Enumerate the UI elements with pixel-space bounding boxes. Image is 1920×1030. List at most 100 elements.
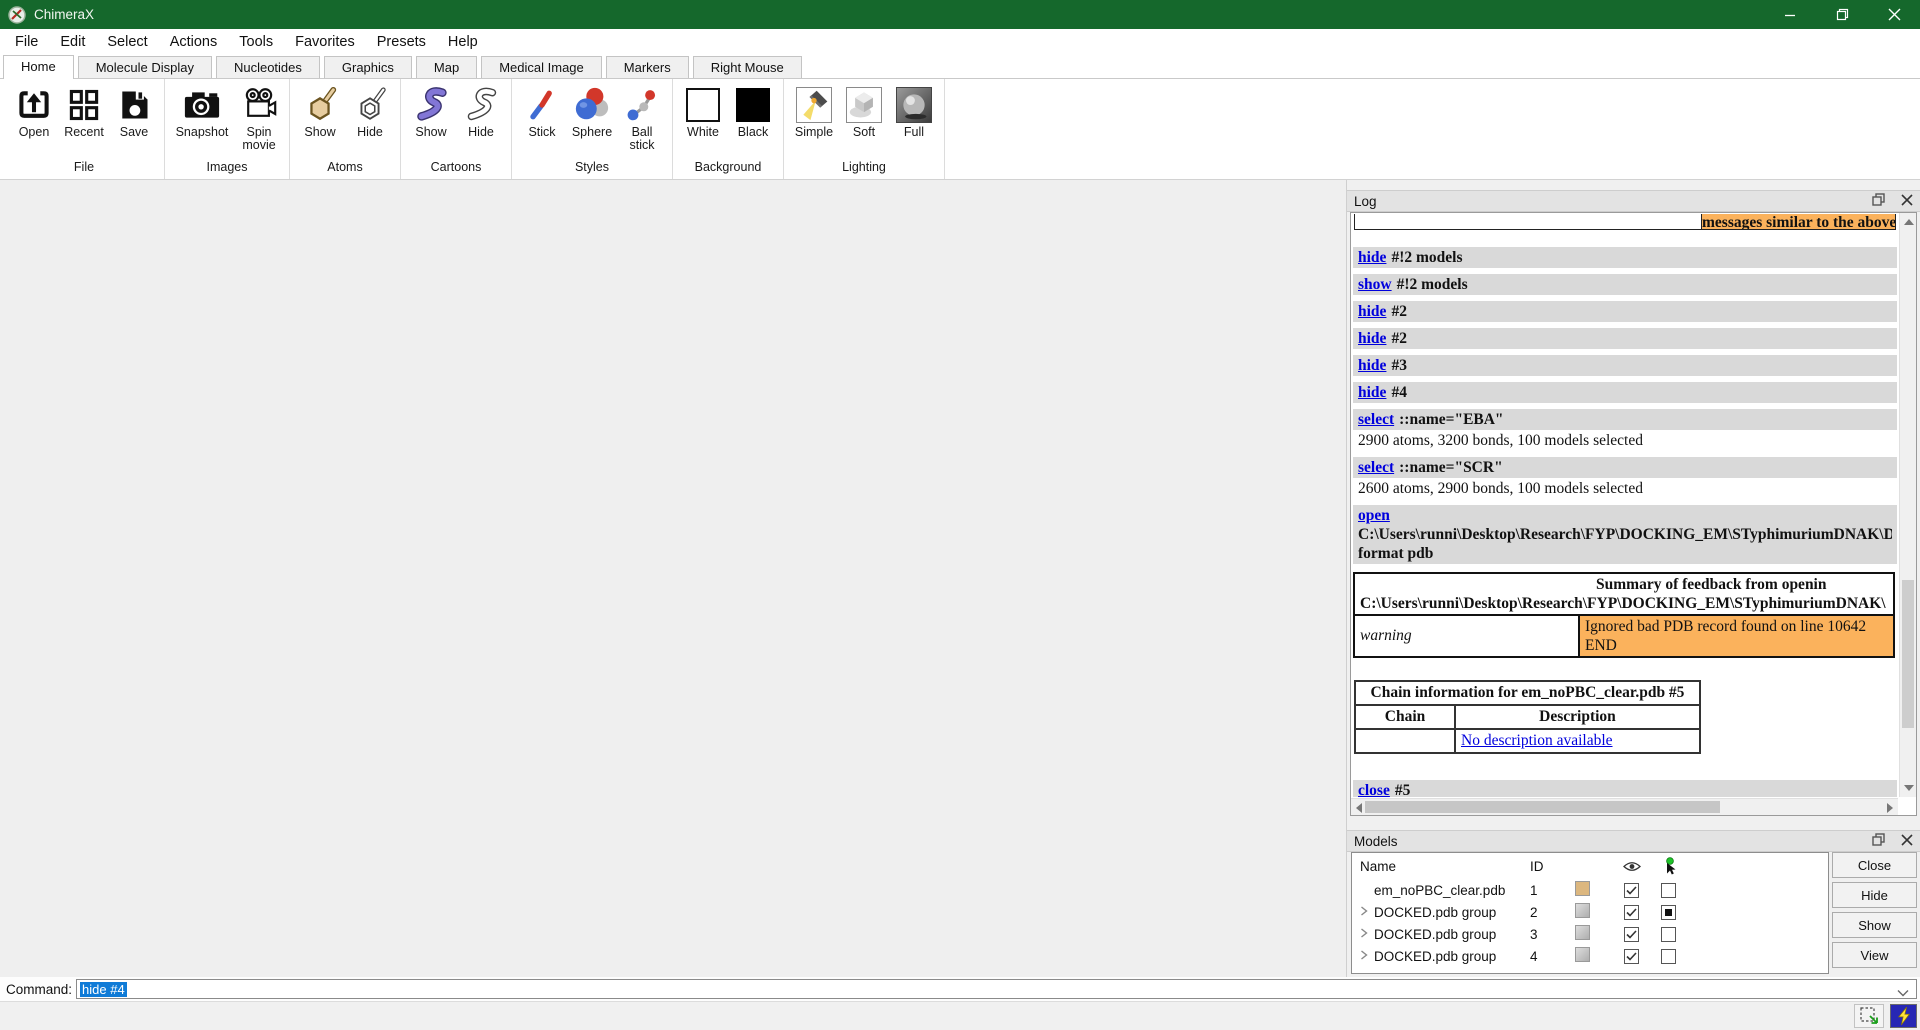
log-command-link[interactable]: hide xyxy=(1358,330,1386,347)
command-input[interactable]: hide #4 xyxy=(76,979,1917,999)
log-open-command-row: open C:\Users\runni\Desktop\Research\FYP… xyxy=(1353,505,1897,564)
models-close-button[interactable]: Close xyxy=(1832,852,1917,878)
log-vertical-scrollbar[interactable] xyxy=(1899,213,1916,797)
log-command-link[interactable]: hide xyxy=(1358,357,1386,374)
menu-file[interactable]: File xyxy=(4,31,49,53)
warning-level-cell: warning xyxy=(1354,615,1579,657)
scroll-down-arrow-icon[interactable] xyxy=(1904,785,1914,791)
shown-checkbox[interactable] xyxy=(1624,905,1639,920)
log-command-link[interactable]: hide xyxy=(1358,249,1386,266)
sphere-style-button[interactable]: Sphere xyxy=(568,84,616,139)
tab-nucleotides[interactable]: Nucleotides xyxy=(216,56,320,78)
shown-checkbox[interactable] xyxy=(1624,949,1639,964)
background-black-button[interactable]: Black xyxy=(729,84,777,139)
model-row[interactable]: DOCKED.pdb group 3 xyxy=(1352,923,1828,945)
spin-movie-button[interactable]: Spin movie xyxy=(235,84,283,152)
atoms-hide-button[interactable]: Hide xyxy=(346,84,394,139)
shown-checkbox[interactable] xyxy=(1624,927,1639,942)
close-window-button[interactable] xyxy=(1868,0,1920,29)
tab-home[interactable]: Home xyxy=(3,55,74,79)
tab-markers[interactable]: Markers xyxy=(606,56,689,78)
log-open-suffix: format pdb xyxy=(1358,544,1892,563)
shown-checkbox[interactable] xyxy=(1624,883,1639,898)
scroll-up-arrow-icon[interactable] xyxy=(1904,219,1914,225)
open-button[interactable]: Open xyxy=(10,84,58,139)
column-header-name[interactable]: Name xyxy=(1352,859,1530,874)
no-description-link[interactable]: No description available xyxy=(1461,732,1613,749)
toolbar-group-images: Snapshot Spin movie Images xyxy=(165,79,290,179)
tab-map[interactable]: Map xyxy=(416,56,477,78)
models-show-button[interactable]: Show xyxy=(1832,912,1917,938)
models-hide-button[interactable]: Hide xyxy=(1832,882,1917,908)
log-horizontal-scrollbar[interactable] xyxy=(1351,798,1898,815)
log-command-link[interactable]: hide xyxy=(1358,303,1386,320)
minimize-button[interactable] xyxy=(1764,0,1816,29)
tab-molecule-display[interactable]: Molecule Display xyxy=(78,56,212,78)
scroll-right-arrow-icon[interactable] xyxy=(1887,803,1893,813)
ball-stick-icon xyxy=(624,84,660,126)
model-name[interactable]: DOCKED.pdb group xyxy=(1374,949,1496,964)
chevron-down-icon[interactable] xyxy=(1897,985,1909,1000)
restore-button[interactable] xyxy=(1816,0,1868,29)
cartoons-show-button[interactable]: Show xyxy=(407,84,455,139)
snapshot-button[interactable]: Snapshot xyxy=(171,84,233,139)
expand-chevron-icon[interactable] xyxy=(1360,905,1374,919)
model-color-swatch[interactable] xyxy=(1575,925,1590,940)
lighting-simple-button[interactable]: Simple xyxy=(790,84,838,139)
log-vscroll-thumb[interactable] xyxy=(1902,580,1914,728)
lighting-soft-button[interactable]: Soft xyxy=(840,84,888,139)
menu-edit[interactable]: Edit xyxy=(49,31,96,53)
selected-checkbox[interactable] xyxy=(1661,883,1676,898)
models-close-icon[interactable] xyxy=(1901,834,1913,849)
model-row[interactable]: em_noPBC_clear.pdb 1 xyxy=(1352,879,1828,901)
selected-checkbox-partial[interactable] xyxy=(1661,905,1676,920)
expand-chevron-icon[interactable] xyxy=(1360,927,1374,941)
log-command-link[interactable]: hide xyxy=(1358,384,1386,401)
selected-checkbox[interactable] xyxy=(1661,927,1676,942)
models-float-icon[interactable] xyxy=(1872,833,1885,849)
log-command-link[interactable]: show xyxy=(1358,276,1392,293)
menu-presets[interactable]: Presets xyxy=(366,31,437,53)
model-name[interactable]: DOCKED.pdb group xyxy=(1374,905,1496,920)
log-command-row: hide#3 xyxy=(1353,355,1897,376)
ball-stick-style-button[interactable]: Ball stick xyxy=(618,84,666,152)
log-command-link[interactable]: select xyxy=(1358,411,1394,428)
model-name[interactable]: em_noPBC_clear.pdb xyxy=(1374,883,1505,898)
log-close-icon[interactable] xyxy=(1901,194,1913,209)
tab-medical-image[interactable]: Medical Image xyxy=(481,56,602,78)
lighting-full-button[interactable]: Full xyxy=(890,84,938,139)
atoms-show-button[interactable]: Show xyxy=(296,84,344,139)
model-row[interactable]: DOCKED.pdb group 4 xyxy=(1352,945,1828,967)
log-float-icon[interactable] xyxy=(1872,193,1885,209)
menu-help[interactable]: Help xyxy=(437,31,489,53)
cartoons-hide-button[interactable]: Hide xyxy=(457,84,505,139)
expand-chevron-icon[interactable] xyxy=(1360,949,1374,963)
log-command-link[interactable]: open xyxy=(1358,507,1390,524)
log-command-row: hide#4 xyxy=(1353,382,1897,403)
tab-right-mouse[interactable]: Right Mouse xyxy=(693,56,802,78)
fast-mode-lightning-icon[interactable] xyxy=(1890,1004,1917,1028)
tab-graphics[interactable]: Graphics xyxy=(324,56,412,78)
selected-checkbox[interactable] xyxy=(1661,949,1676,964)
column-header-id[interactable]: ID xyxy=(1530,859,1575,874)
log-hscroll-thumb[interactable] xyxy=(1365,801,1720,813)
background-white-button[interactable]: White xyxy=(679,84,727,139)
model-color-swatch[interactable] xyxy=(1575,881,1590,896)
stick-style-button[interactable]: Stick xyxy=(518,84,566,139)
log-command-link[interactable]: close xyxy=(1358,782,1390,797)
model-name[interactable]: DOCKED.pdb group xyxy=(1374,927,1496,942)
menu-select[interactable]: Select xyxy=(96,31,158,53)
menu-tools[interactable]: Tools xyxy=(228,31,284,53)
recent-button[interactable]: Recent xyxy=(60,84,108,139)
menu-actions[interactable]: Actions xyxy=(159,31,229,53)
model-row[interactable]: DOCKED.pdb group 2 xyxy=(1352,901,1828,923)
graphics-canvas[interactable] xyxy=(0,180,1347,977)
menu-favorites[interactable]: Favorites xyxy=(284,31,366,53)
model-color-swatch[interactable] xyxy=(1575,947,1590,962)
save-button[interactable]: Save xyxy=(110,84,158,139)
models-view-button[interactable]: View xyxy=(1832,942,1917,968)
model-color-swatch[interactable] xyxy=(1575,903,1590,918)
selection-mode-icon[interactable] xyxy=(1854,1004,1884,1028)
log-command-link[interactable]: select xyxy=(1358,459,1394,476)
scroll-left-arrow-icon[interactable] xyxy=(1356,803,1362,813)
